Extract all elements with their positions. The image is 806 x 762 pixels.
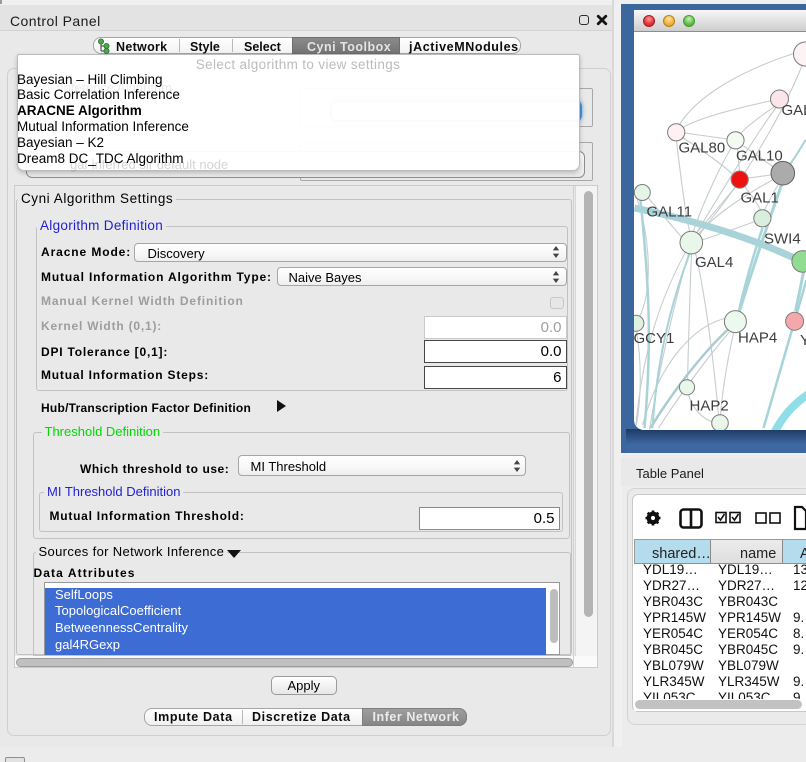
svg-text:HAP2: HAP2 — [689, 398, 728, 415]
svg-text:GAL1: GAL1 — [740, 190, 778, 207]
svg-text:GAL: GAL — [781, 102, 806, 119]
svg-text:GAL11: GAL11 — [646, 204, 692, 221]
svg-text:HAP4: HAP4 — [738, 330, 777, 347]
svg-text:SWI4: SWI4 — [764, 231, 801, 248]
svg-text:GAL80: GAL80 — [678, 140, 725, 157]
svg-text:GAL4: GAL4 — [695, 254, 733, 271]
svg-text:Y: Y — [800, 332, 806, 349]
svg-text:GAL10: GAL10 — [736, 148, 783, 165]
svg-text:GCY1: GCY1 — [634, 330, 674, 347]
